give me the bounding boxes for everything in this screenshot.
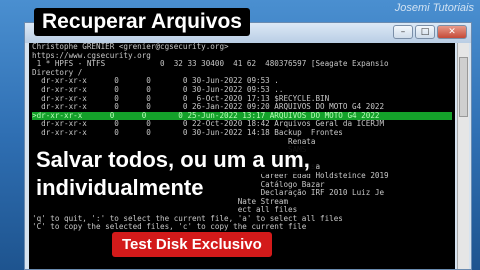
test-disk-badge: Test Disk Exclusivo	[112, 232, 272, 257]
close-button[interactable]: ✕	[437, 25, 467, 39]
maximize-button[interactable]: □	[415, 25, 435, 39]
channel-watermark: Josemi Tutoriais	[394, 2, 474, 14]
minimize-button[interactable]: –	[393, 25, 413, 39]
console-line[interactable]: 1 * HPFS - NTFS 0 32 33 30400 41 62 4803…	[32, 60, 452, 69]
console-line[interactable]: 'C' to copy the selected files, 'c' to c…	[32, 223, 452, 232]
main-caption: Salvar todos, ou um a um, individualment…	[30, 146, 470, 202]
scrollbar-thumb[interactable]	[459, 57, 468, 117]
title-banner: Recuperar Arquivos	[34, 8, 250, 36]
caption-line-2: individualmente	[30, 174, 210, 202]
caption-line-1: Salvar todos, ou um a um,	[30, 146, 316, 174]
window-controls: – □ ✕	[393, 25, 467, 39]
